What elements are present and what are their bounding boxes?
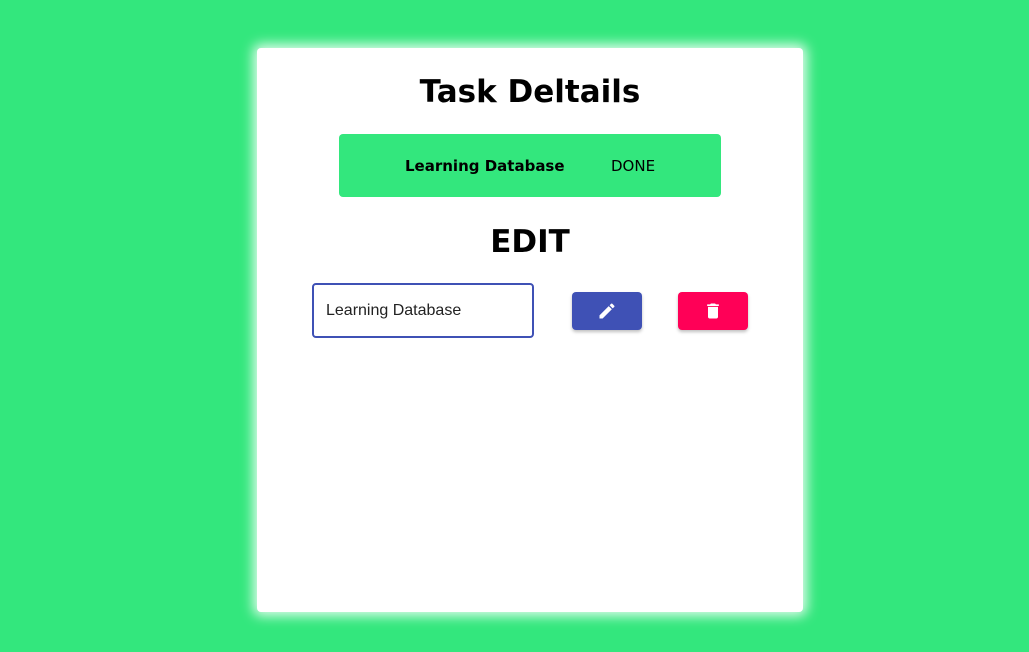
edit-button[interactable] — [572, 292, 642, 330]
delete-button[interactable] — [678, 292, 748, 330]
task-row: Learning Database DONE — [339, 134, 721, 197]
task-status: DONE — [611, 157, 656, 175]
edit-heading: EDIT — [490, 224, 570, 260]
task-name-input[interactable] — [312, 283, 534, 338]
pencil-icon — [599, 303, 615, 319]
trash-icon — [707, 303, 719, 319]
task-details-card: Task Deltails Learning Database DONE EDI… — [257, 48, 803, 612]
page-title: Task Deltails — [419, 74, 641, 110]
task-name: Learning Database — [405, 157, 565, 175]
